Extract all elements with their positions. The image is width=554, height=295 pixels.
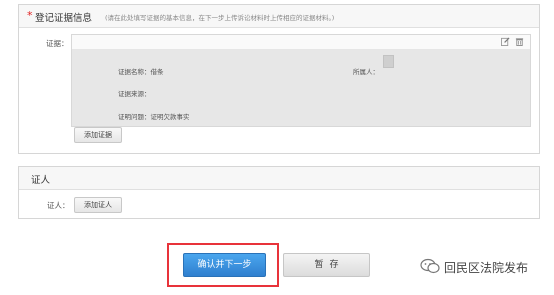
- wechat-icon: [420, 258, 440, 274]
- evidence-purpose: 证明问题：证明欠款事实: [118, 113, 190, 121]
- required-mark: *: [27, 9, 33, 22]
- save-draft-button[interactable]: 暂存: [283, 253, 370, 277]
- witness-label: 证人：: [47, 201, 70, 210]
- witness-section-header: 证人: [19, 167, 539, 190]
- evidence-card: 证据名称：借条 所属人： 证据来源： 证明问题：证明欠款事实: [71, 34, 531, 127]
- witness-section: 证人 证人： 添加证人: [18, 166, 540, 219]
- add-witness-button[interactable]: 添加证人: [74, 197, 122, 213]
- trash-icon[interactable]: [515, 37, 524, 46]
- evidence-card-toolbar: [72, 35, 530, 50]
- add-evidence-button[interactable]: 添加证据: [74, 127, 122, 143]
- witness-section-title: 证人: [31, 175, 51, 186]
- evidence-details: 证据名称：借条 所属人： 证据来源： 证明问题：证明欠款事实: [72, 50, 530, 126]
- evidence-section-header: * 登记证据信息 (请在此处填写证据的基本信息，在下一步上传诉讼材料时上传相应的…: [19, 5, 539, 28]
- evidence-label: 证据：: [46, 39, 69, 48]
- evidence-section: * 登记证据信息 (请在此处填写证据的基本信息，在下一步上传诉讼材料时上传相应的…: [18, 4, 540, 154]
- confirm-next-button[interactable]: 确认并下一步: [183, 253, 266, 277]
- evidence-source: 证据来源：: [118, 90, 151, 98]
- edit-icon[interactable]: [501, 37, 510, 46]
- evidence-section-title: 登记证据信息: [35, 13, 93, 24]
- evidence-owner-label: 所属人：: [353, 68, 379, 76]
- watermark-text: 回民区法院发布: [444, 261, 529, 275]
- evidence-section-hint: (请在此处填写证据的基本信息，在下一步上传诉讼材料时上传相应的证据材料。): [105, 14, 335, 22]
- evidence-owner-value: [383, 55, 394, 68]
- evidence-name: 证据名称：借条: [118, 68, 164, 76]
